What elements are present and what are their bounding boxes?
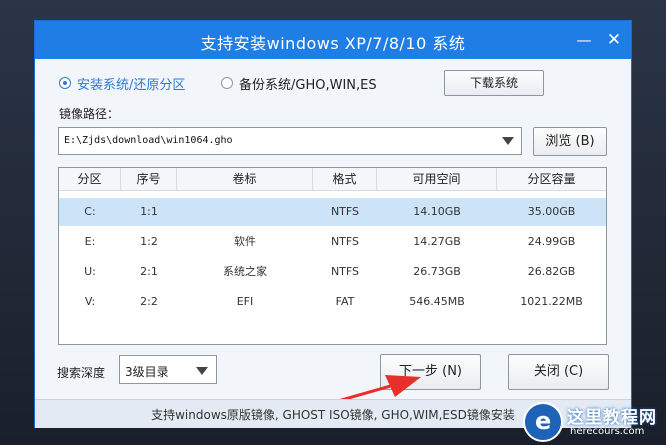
table-row[interactable]: E: 1:2 软件 NTFS 14.27GB 24.99GB [59, 228, 606, 256]
backup-system-radio[interactable]: 备份系统/GHO,WIN,ES [221, 74, 377, 93]
cell-index: 1:2 [140, 235, 158, 248]
table-row[interactable]: V: 2:2 EFI FAT 546.45MB 1021.22MB [59, 288, 606, 316]
column-header-capacity[interactable]: 分区容量 [497, 168, 606, 190]
image-path-dropdown[interactable]: E:\Zjds\download\win1064.gho [58, 127, 522, 155]
cell-index: 1:1 [140, 205, 158, 218]
cell-partition: C: [84, 205, 96, 218]
cell-capacity: 24.99GB [527, 235, 576, 248]
search-depth-label: 搜索深度 [57, 366, 106, 380]
table-row[interactable]: U: 2:1 系统之家 NTFS 26.73GB 26.82GB [59, 258, 606, 286]
column-header-free-space[interactable]: 可用空间 [377, 168, 497, 190]
cell-free-space: 14.27GB [413, 235, 461, 248]
search-depth-select[interactable]: 3级目录 [119, 355, 217, 384]
search-depth-value: 3级目录 [125, 365, 169, 379]
window-title: 支持安装windows XP/7/8/10 系统 [200, 34, 466, 53]
watermark: 这里教程网 herecours.com [523, 398, 666, 445]
image-path-value: E:\Zjds\download\win1064.gho [64, 135, 233, 146]
dropdown-arrow-icon[interactable] [196, 367, 208, 375]
column-header-label[interactable]: 卷标 [177, 168, 313, 190]
partition-table-header: 分区 序号 卷标 格式 可用空间 分区容量 [59, 168, 606, 191]
cell-index: 2:1 [140, 265, 158, 278]
watermark-title: 这里教程网 [567, 408, 657, 428]
watermark-logo-icon [523, 402, 563, 442]
column-header-index[interactable]: 序号 [121, 168, 177, 190]
cell-format: NTFS [330, 235, 360, 248]
radio-selected-icon [59, 77, 71, 89]
cell-capacity: 26.82GB [527, 265, 576, 278]
download-system-button[interactable]: 下载系统 [444, 70, 544, 96]
column-header-partition[interactable]: 分区 [59, 168, 121, 190]
cell-label: 系统之家 [223, 265, 267, 278]
partition-table: 分区 序号 卷标 格式 可用空间 分区容量 C: 1:1 NTFS 14.10G… [58, 167, 607, 345]
cell-format: FAT [335, 295, 355, 308]
cell-label: 软件 [234, 235, 256, 248]
browse-button[interactable]: 浏览 (B) [533, 127, 607, 156]
radio-unselected-icon [221, 77, 233, 89]
minimize-button[interactable]: — [575, 31, 593, 49]
image-path-label: 镜像路径： [59, 107, 120, 121]
backup-system-label: 备份系统/GHO,WIN,ES [239, 77, 377, 93]
close-button[interactable]: 关闭 (C) [508, 354, 609, 390]
install-system-label: 安装系统/还原分区 [77, 77, 186, 93]
close-window-button[interactable]: ✕ [605, 31, 623, 49]
cell-partition: E: [84, 235, 96, 248]
cell-free-space: 546.45MB [409, 295, 465, 308]
cell-partition: V: [84, 295, 96, 308]
installer-window: 支持安装windows XP/7/8/10 系统 — ✕ 安装系统/还原分区 备… [34, 20, 632, 428]
dropdown-arrow-icon[interactable] [502, 137, 514, 145]
cell-capacity: 1021.22MB [520, 295, 583, 308]
cell-format: NTFS [330, 265, 360, 278]
install-system-radio[interactable]: 安装系统/还原分区 [59, 74, 186, 93]
watermark-url: herecours.com [570, 426, 645, 437]
cell-index: 2:2 [140, 295, 158, 308]
table-row[interactable]: C: 1:1 NTFS 14.10GB 35.00GB [59, 198, 606, 226]
cell-free-space: 14.10GB [413, 205, 461, 218]
cell-partition: U: [84, 265, 96, 278]
cell-format: NTFS [330, 205, 360, 218]
column-header-format[interactable]: 格式 [313, 168, 377, 190]
cell-free-space: 26.73GB [413, 265, 461, 278]
cell-label: EFI [236, 295, 254, 308]
title-bar: 支持安装windows XP/7/8/10 系统 — ✕ [35, 21, 631, 59]
cell-capacity: 35.00GB [527, 205, 576, 218]
cell-label [177, 198, 313, 226]
